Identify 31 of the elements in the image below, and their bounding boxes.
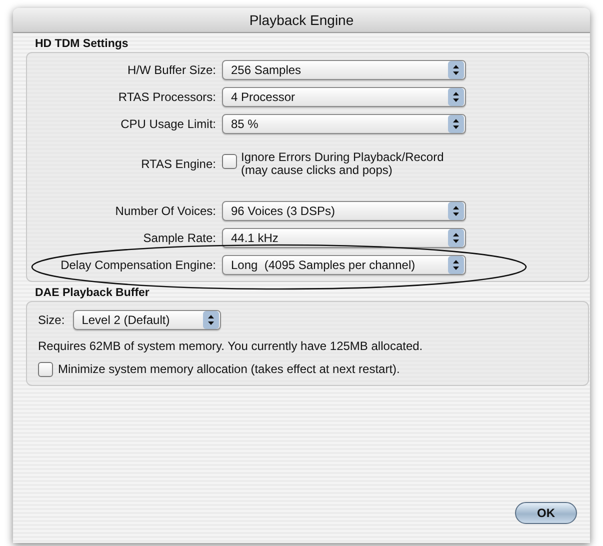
window-title: Playback Engine <box>249 12 354 28</box>
field-label: Delay Compensation Engine: <box>60 258 217 272</box>
checkbox-label: Minimize system memory allocation (takes effect at next restart). <box>58 363 400 376</box>
popup-button[interactable]: 96 Voices (3 DSPs) <box>222 200 466 220</box>
field-label: CPU Usage Limit: <box>120 116 217 130</box>
popup-button[interactable]: 4 Processor <box>222 86 466 106</box>
stepper-icon <box>448 228 464 246</box>
group-title: DAE Playback Buffer <box>34 286 150 301</box>
checkbox-label: Ignore Errors During Playback/Record (may cause clicks and pops) <box>241 151 445 177</box>
field-label: Sample Rate: <box>142 230 217 244</box>
ok-button[interactable]: OK <box>515 502 577 524</box>
popup-button[interactable]: Long (4095 Samples per channel) <box>222 254 466 274</box>
stepper-icon <box>448 114 464 132</box>
popup-button[interactable]: 256 Samples <box>222 60 466 80</box>
checkbox[interactable] <box>38 362 53 377</box>
stepper-icon <box>448 88 464 106</box>
stepper-icon <box>448 60 464 78</box>
info-text: Requires 62MB of system memory. You currently have 125MB allocated. <box>38 339 424 353</box>
popup-button[interactable]: Level 2 (Default) <box>72 310 221 330</box>
field-label: Size: <box>38 313 65 327</box>
checkbox[interactable] <box>222 154 237 169</box>
popup-button[interactable]: 44.1 kHz <box>222 228 466 248</box>
group-title: HD TDM Settings <box>34 37 130 52</box>
popup-button[interactable]: 85 % <box>222 114 466 134</box>
field-label: RTAS Processors: <box>117 90 217 104</box>
field-label: H/W Buffer Size: <box>126 62 217 76</box>
field-label: RTAS Engine: <box>140 156 217 171</box>
stepper-icon <box>448 256 464 274</box>
stepper-icon <box>448 202 464 220</box>
field-label: Number Of Voices: <box>114 204 217 218</box>
stepper-icon <box>202 311 219 329</box>
